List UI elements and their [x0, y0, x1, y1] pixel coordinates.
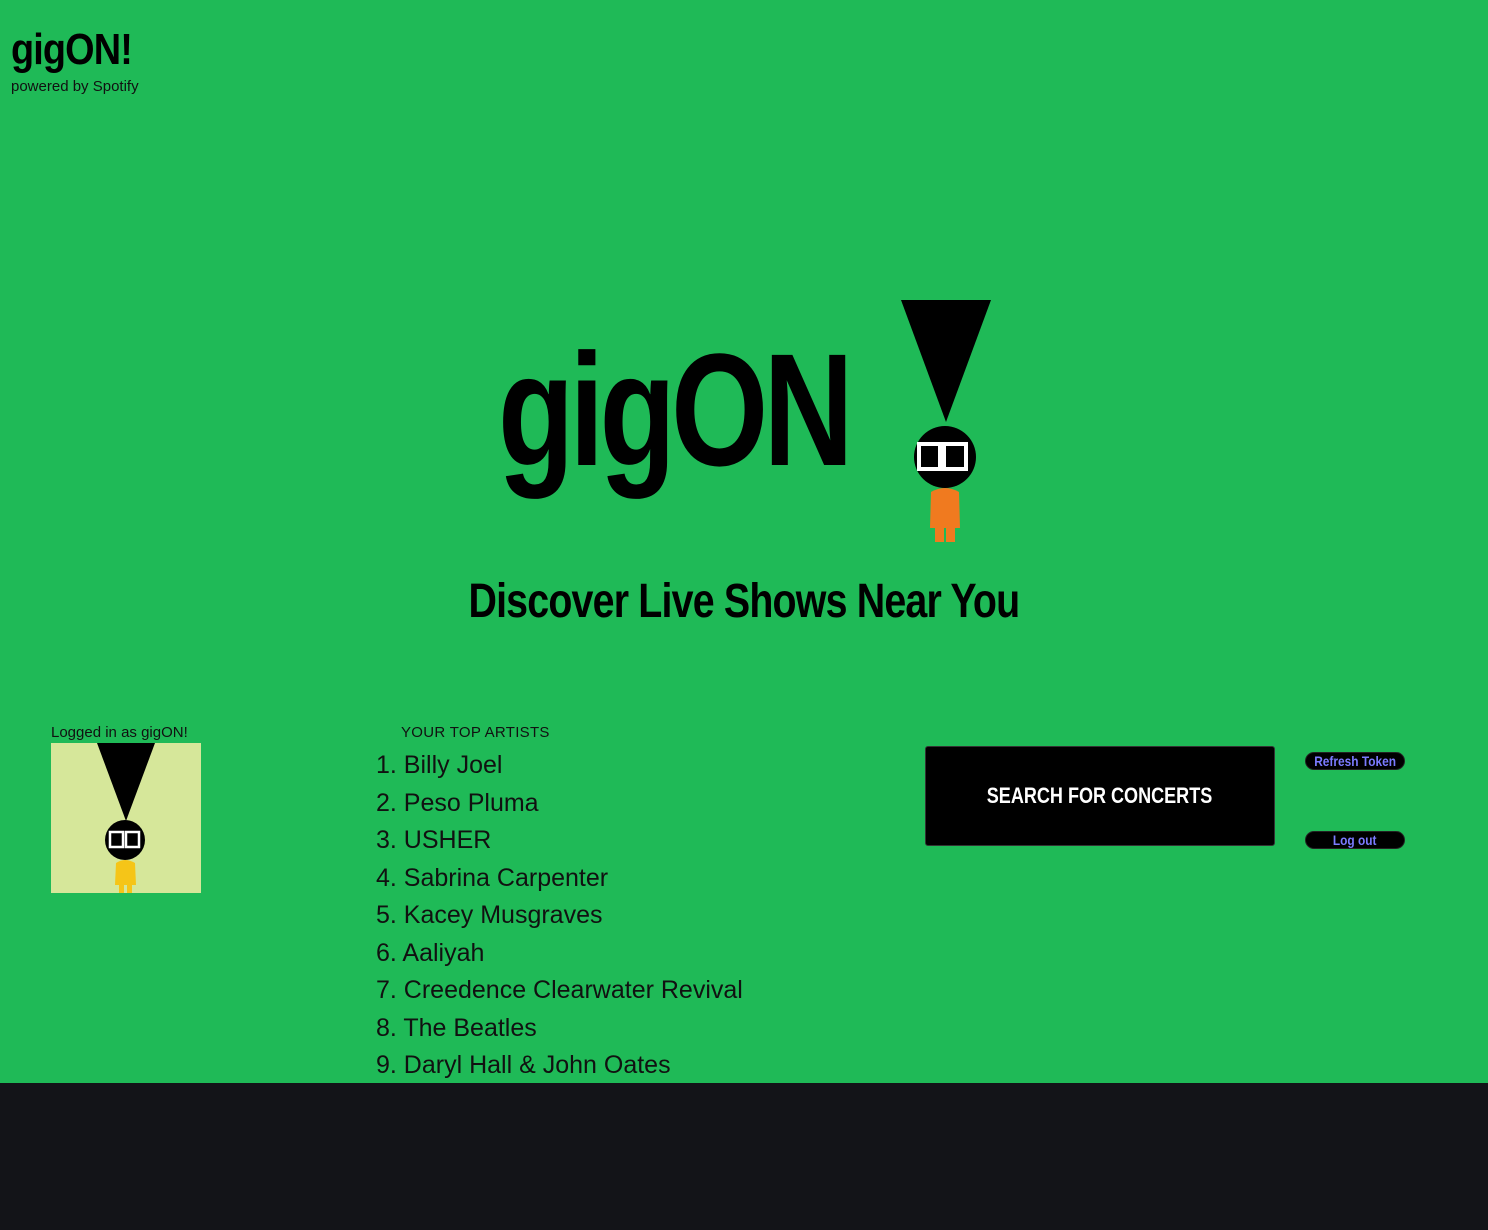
search-concerts-label: SEARCH FOR CONCERTS	[987, 783, 1213, 808]
app-subtitle: powered by Spotify	[11, 78, 139, 95]
artist-item: 2. Peso Pluma	[376, 788, 539, 817]
tagline: Discover Live Shows Near You	[468, 575, 1021, 628]
app-title: gigON!	[11, 25, 133, 74]
brand-header: gigON! powered by Spotify	[11, 25, 152, 96]
logged-in-label: Logged in as gigON!	[51, 724, 188, 741]
top-artists-list: 1. Billy Joel 2. Peso Pluma 3. USHER 4. …	[376, 747, 743, 1085]
artist-item: 7. Creedence Clearwater Revival	[376, 976, 743, 1004]
artist-item: 4. Sabrina Carpenter	[376, 863, 609, 892]
hero-logo: gigON	[498, 298, 998, 548]
main-area: gigON! powered by Spotify gigON Discover…	[0, 0, 1488, 1083]
top-artists-panel: YOUR TOP ARTISTS 1. Billy Joel 2. Peso P…	[376, 724, 743, 1085]
artist-item: 5. Kacey Musgraves	[376, 901, 603, 929]
profile-panel: Logged in as gigON!	[51, 724, 201, 893]
artist-item: 3. USHER	[376, 826, 492, 854]
refresh-token-label: Refresh Token	[1314, 753, 1396, 769]
logout-button[interactable]: Log out	[1305, 831, 1405, 849]
artist-item: 9. Daryl Hall & John Oates	[376, 1051, 671, 1079]
artist-item: 6. Aaliyah	[376, 938, 485, 967]
mascot-avatar-icon	[97, 743, 155, 893]
artist-item: 8. The Beatles	[376, 1013, 537, 1042]
top-artists-heading: YOUR TOP ARTISTS	[401, 724, 550, 741]
logout-label: Log out	[1333, 832, 1377, 848]
search-concerts-button[interactable]: SEARCH FOR CONCERTS	[925, 746, 1275, 846]
refresh-token-button[interactable]: Refresh Token	[1305, 752, 1405, 770]
hero-logo-text: gigON	[498, 320, 854, 499]
mascot-exclamation-icon	[901, 300, 991, 542]
artist-item: 1. Billy Joel	[376, 751, 503, 779]
avatar	[51, 743, 201, 893]
